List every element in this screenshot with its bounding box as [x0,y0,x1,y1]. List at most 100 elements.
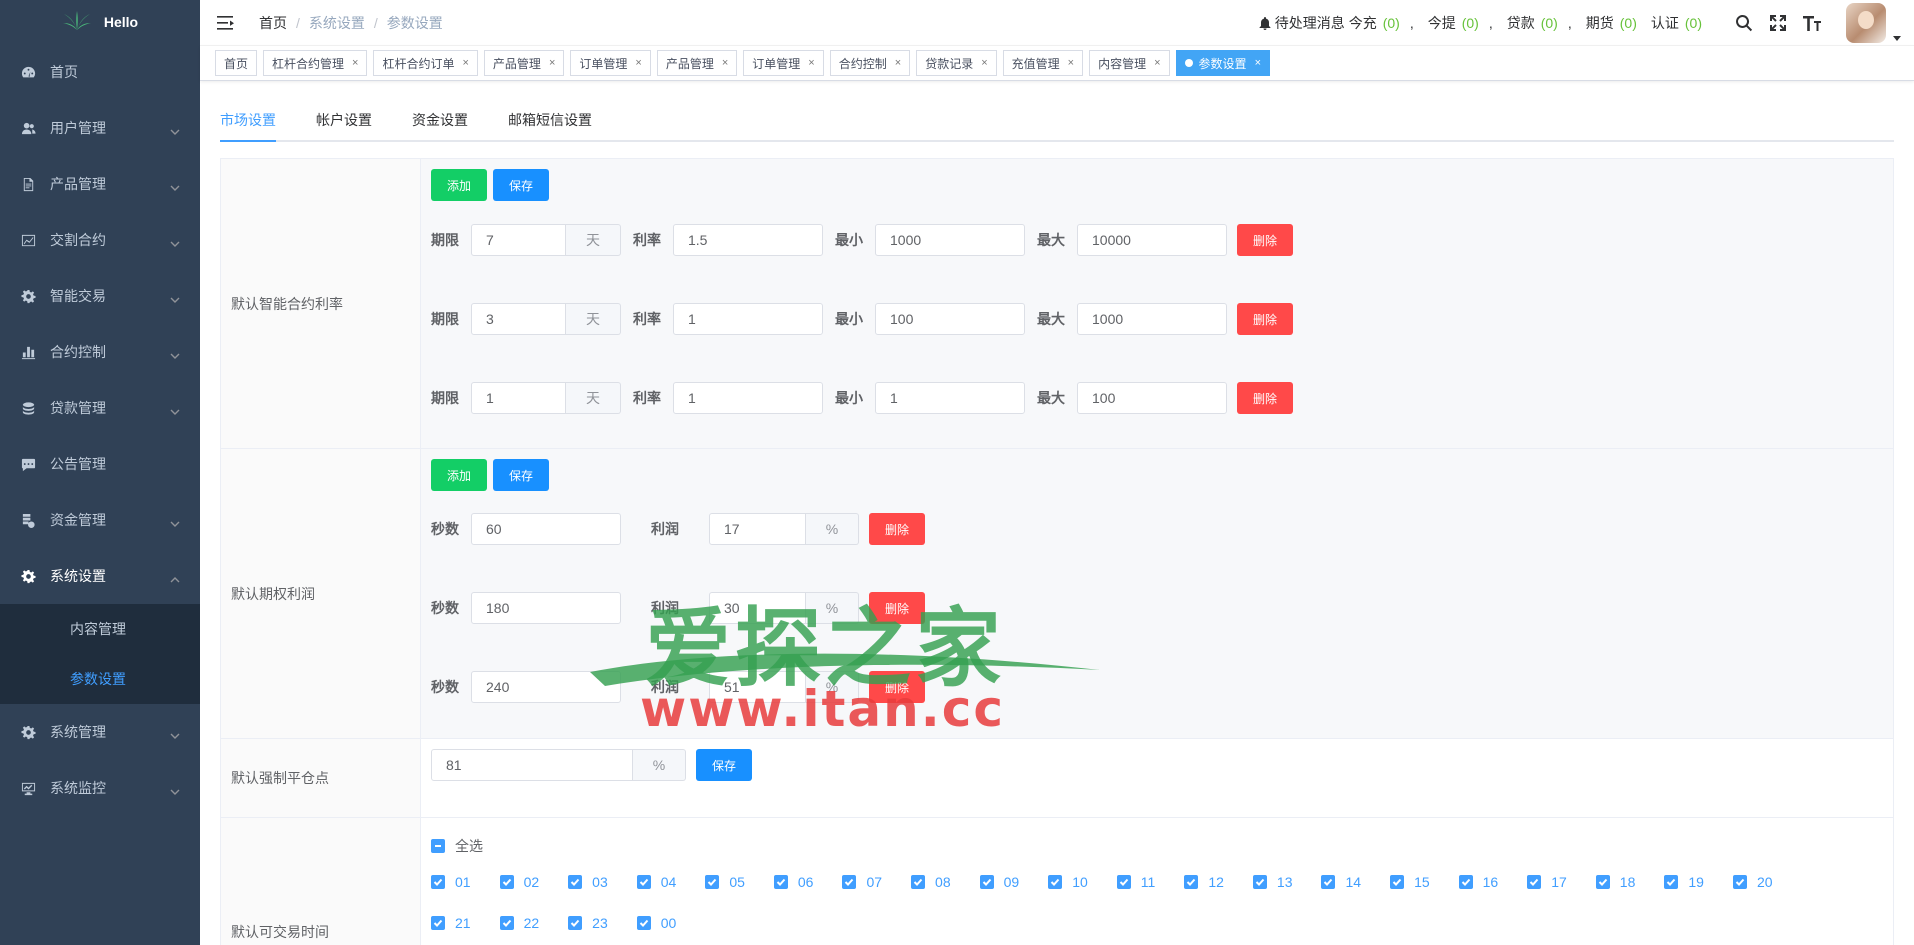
rate-input[interactable]: 1.5 [673,224,823,256]
save-button[interactable]: 保存 [493,169,549,201]
sidebar-item-products[interactable]: 产品管理 [0,156,200,212]
hour-checkbox[interactable]: 10 [1048,874,1088,890]
seconds-input[interactable]: 240 [471,671,621,703]
sidebar-item-announcements[interactable]: 公告管理 [0,436,200,492]
close-icon[interactable]: × [808,57,814,69]
delete-button[interactable]: 删除 [869,671,925,703]
hamburger-icon[interactable] [217,15,235,31]
delete-button[interactable]: 删除 [1237,303,1293,335]
hour-checkbox[interactable]: 08 [911,874,951,890]
sidebar-item-system-settings[interactable]: 系统设置 [0,548,200,604]
tag-products-2[interactable]: 产品管理 × [656,50,738,76]
hour-checkbox[interactable]: 11 [1116,874,1155,890]
close-icon[interactable]: × [1255,57,1261,69]
hour-checkbox[interactable]: 14 [1321,874,1361,890]
add-button[interactable]: 添加 [431,459,487,491]
profit-input[interactable]: 17 [709,513,806,545]
tag-leverage-orders[interactable]: 杠杆合约订单 × [373,50,478,76]
hour-checkbox[interactable]: 06 [773,874,813,890]
rate-input[interactable]: 1 [673,303,823,335]
seconds-input[interactable]: 180 [471,592,621,624]
sidebar-item-loans[interactable]: 贷款管理 [0,380,200,436]
hour-checkbox[interactable]: 12 [1184,874,1224,890]
tag-orders-2[interactable]: 订单管理 × [743,50,824,76]
delete-button[interactable]: 删除 [1237,224,1293,256]
close-icon[interactable]: × [352,57,358,69]
close-icon[interactable]: × [462,57,468,69]
max-input[interactable]: 1000 [1077,303,1227,335]
hour-checkbox[interactable]: 18 [1595,874,1635,890]
tag-content[interactable]: 内容管理 × [1089,50,1170,76]
hour-checkbox[interactable]: 02 [499,874,539,890]
force-close-input[interactable]: 81 [431,749,633,781]
save-button[interactable]: 保存 [696,749,752,781]
sidebar-item-home[interactable]: 首页 [0,44,200,100]
max-input[interactable]: 100 [1077,382,1227,414]
period-input[interactable]: 1 [471,382,566,414]
rate-input[interactable]: 1 [673,382,823,414]
profit-input[interactable]: 30 [709,592,806,624]
hour-checkbox[interactable]: 03 [568,874,608,890]
hour-checkbox[interactable]: 00 [636,915,676,931]
tag-leverage-contract[interactable]: 杠杆合约管理 × [263,50,368,76]
close-icon[interactable]: × [895,57,901,69]
submenu-item-content[interactable]: 内容管理 [0,604,200,654]
tag-orders[interactable]: 订单管理 × [570,50,651,76]
hour-checkbox[interactable]: 13 [1252,874,1292,890]
close-icon[interactable]: × [635,57,641,69]
sidebar-item-users[interactable]: 用户管理 [0,100,200,156]
tag-contract-control[interactable]: 合约控制 × [829,50,911,76]
min-input[interactable]: 1 [875,382,1025,414]
close-icon[interactable]: × [722,57,728,69]
pending-messages[interactable]: 待处理消息 今充 (0) , 今提 (0) , 贷款 (0) , 期货 (0) … [1258,13,1708,33]
tag-products[interactable]: 产品管理 × [483,50,565,76]
fullscreen-icon[interactable] [1768,13,1788,33]
hour-checkbox[interactable]: 22 [499,915,539,931]
close-icon[interactable]: × [1068,57,1074,69]
delete-button[interactable]: 删除 [869,592,925,624]
tag-recharge[interactable]: 充值管理 × [1002,50,1084,76]
sidebar-item-contract-control[interactable]: 合约控制 [0,324,200,380]
hour-checkbox[interactable]: 07 [842,874,882,890]
save-button[interactable]: 保存 [493,459,549,491]
close-icon[interactable]: × [549,57,555,69]
max-input[interactable]: 10000 [1077,224,1227,256]
tab-market[interactable]: 市场设置 [220,100,276,142]
tag-params[interactable]: 参数设置 × [1175,50,1270,76]
hour-checkbox[interactable]: 15 [1390,874,1430,890]
close-icon[interactable]: × [1154,57,1160,69]
sidebar-item-funds[interactable]: 资金管理 [0,492,200,548]
hour-checkbox[interactable]: 01 [431,874,471,890]
hour-checkbox[interactable]: 04 [636,874,676,890]
sidebar-item-system-monitor[interactable]: 系统监控 [0,760,200,816]
search-icon[interactable] [1734,13,1754,33]
sidebar-logo[interactable]: Hello [0,0,200,44]
hour-checkbox[interactable]: 05 [705,874,745,890]
tab-funds[interactable]: 资金设置 [412,100,468,140]
hour-checkbox[interactable]: 16 [1458,874,1498,890]
hour-checkbox[interactable]: 19 [1664,874,1704,890]
caret-down-icon[interactable] [1892,30,1902,41]
delete-button[interactable]: 删除 [1237,382,1293,414]
breadcrumb-home[interactable]: 首页 [259,13,287,33]
hour-checkbox[interactable]: 17 [1527,874,1567,890]
select-all-checkbox[interactable]: 全选 [431,836,483,856]
submenu-item-params[interactable]: 参数设置 [0,654,200,704]
close-icon[interactable]: × [981,57,987,69]
hour-checkbox[interactable]: 09 [979,874,1019,890]
hour-checkbox[interactable]: 21 [431,915,471,931]
min-input[interactable]: 100 [875,303,1025,335]
period-input[interactable]: 7 [471,224,566,256]
delete-button[interactable]: 删除 [869,513,925,545]
hour-checkbox[interactable]: 23 [568,915,608,931]
tab-account[interactable]: 帐户设置 [316,100,372,140]
tag-loan-records[interactable]: 贷款记录 × [916,50,997,76]
font-size-icon[interactable] [1802,13,1822,33]
tag-home[interactable]: 首页 [215,50,258,76]
period-input[interactable]: 3 [471,303,566,335]
sidebar-item-smart-trade[interactable]: 智能交易 [0,268,200,324]
add-button[interactable]: 添加 [431,169,487,201]
min-input[interactable]: 1000 [875,224,1025,256]
sidebar-item-delivery-contract[interactable]: 交割合约 [0,212,200,268]
avatar[interactable] [1846,3,1886,43]
